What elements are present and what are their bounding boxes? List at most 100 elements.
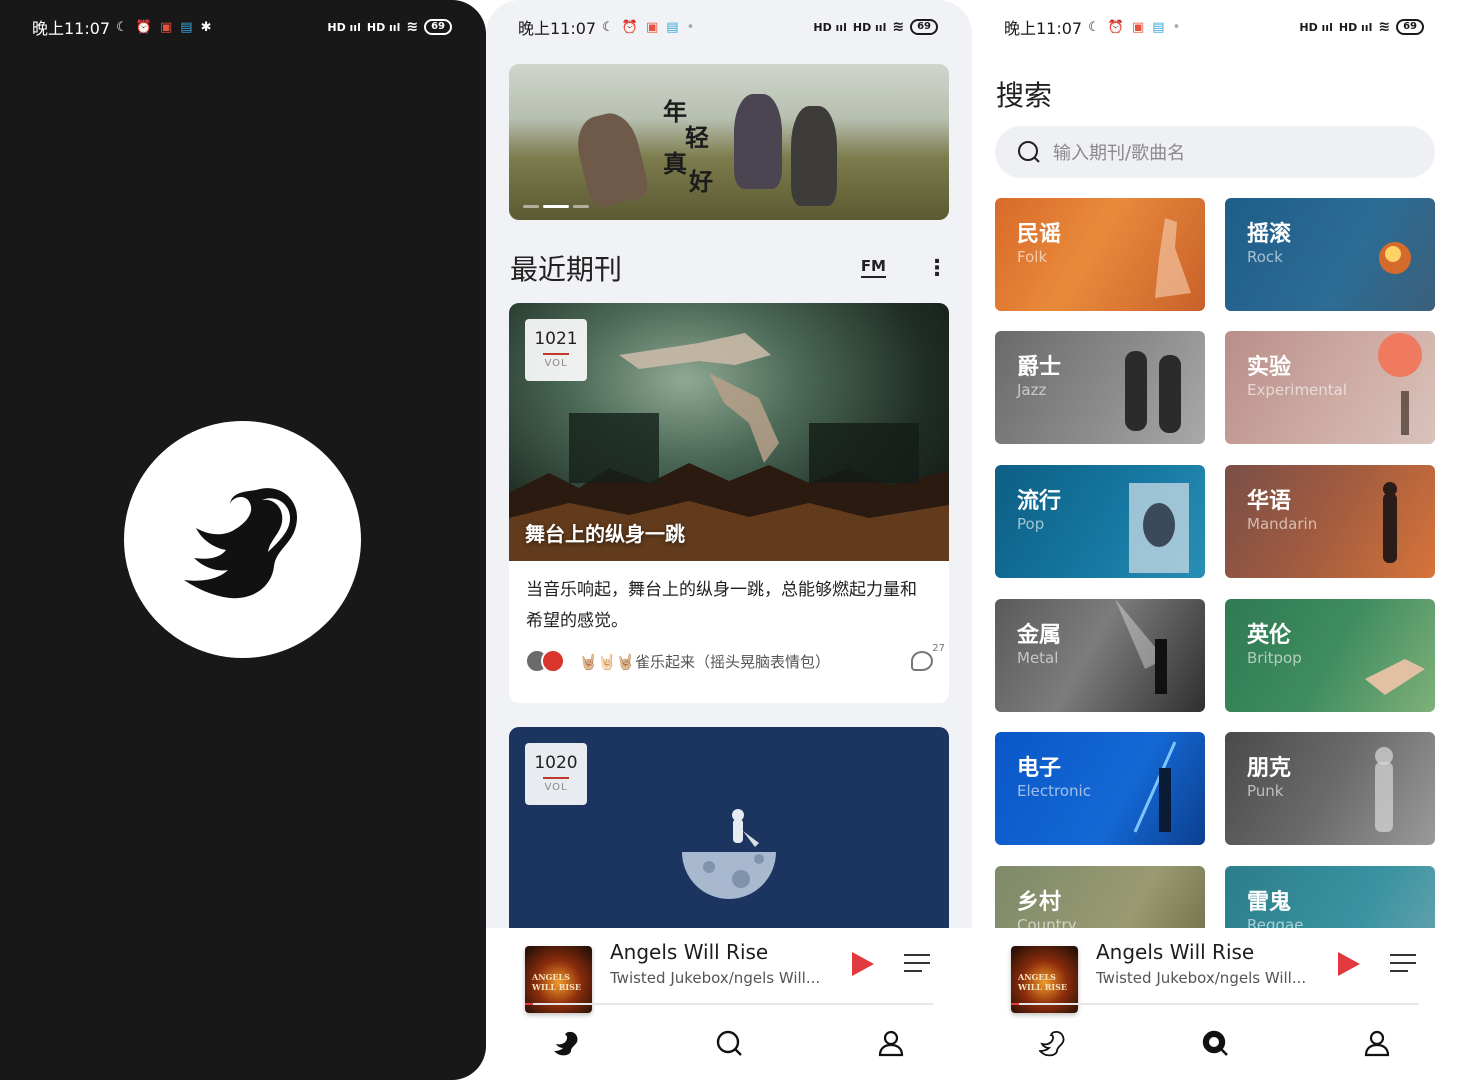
progress-fill <box>525 1003 534 1005</box>
splash-screen: 晚上11:07 ☾ ⏰ ▣ ▤ ✱ HD ııl HD ııl ≋ 69 <box>0 0 486 1080</box>
genre-tile-britpop[interactable]: 英伦 Britpop <box>1225 599 1435 712</box>
genre-tile-mandarin[interactable]: 华语 Mandarin <box>1225 465 1435 578</box>
moon-icon: ☾ <box>1088 19 1100 35</box>
vol-label: VOL <box>544 358 568 369</box>
genre-tile-pop[interactable]: 流行 Pop <box>995 465 1205 578</box>
issue-cover: 1020 VOL <box>509 727 949 937</box>
message-notification-icon: ▤ <box>180 19 193 35</box>
vol-number: 1021 <box>534 329 578 349</box>
playlist-icon[interactable] <box>904 954 930 976</box>
genre-tile-jazz[interactable]: 爵士 Jazz <box>995 331 1205 444</box>
tab-home[interactable] <box>486 1018 648 1068</box>
tab-search[interactable] <box>1134 1018 1296 1068</box>
home-swan-icon <box>554 1031 578 1056</box>
album-cover-text: ANGELS WILL RISE <box>1018 972 1068 992</box>
search-input[interactable]: 输入期刊/歌曲名 <box>995 126 1435 178</box>
track-subtitle: Twisted Jukebox/ngels Will... <box>610 969 821 987</box>
app-notification-icon: ▣ <box>645 19 659 35</box>
tab-search[interactable] <box>648 1018 810 1068</box>
swan-icon <box>183 487 297 598</box>
more-vertical-icon[interactable]: ⋮ <box>926 256 948 281</box>
status-bar: 晚上11:07 ☾ ⏰ ▣ ▤ • HD ııl HD ııl ≋ 69 <box>486 14 972 40</box>
signal-icon: HD ııl <box>813 20 847 34</box>
comment-icon[interactable]: 27 <box>911 643 945 671</box>
banner-poem-char: 好 <box>689 167 713 196</box>
play-icon[interactable] <box>852 952 874 976</box>
search-icon <box>716 1030 742 1056</box>
vol-label: VOL <box>544 782 568 793</box>
avatar <box>541 649 565 673</box>
wifi-icon: ≋ <box>406 19 419 35</box>
issue-description: 当音乐响起，舞台上的纵身一跳，总能够燃起力量和希望的感觉。 <box>526 580 917 631</box>
signal-icon: HD ııl <box>1299 20 1333 34</box>
battery-icon: 69 <box>424 19 452 35</box>
genre-tile-electronic[interactable]: 电子 Electronic <box>995 732 1205 845</box>
status-time: 晚上11:07 <box>1004 19 1083 38</box>
tab-profile[interactable] <box>1296 1018 1458 1068</box>
app-notification-icon: ▣ <box>159 19 173 35</box>
recent-issues-header: 最近期刊 FM ⋮ <box>510 248 948 288</box>
comment-count: 27 <box>932 643 945 654</box>
latest-comment: 🤘🏼🤘🏻🤘🏼雀乐起来（摇头晃脑表情包） <box>579 652 831 671</box>
dot-icon: • <box>1172 19 1181 35</box>
playback-progress[interactable] <box>525 1003 933 1005</box>
signal-icon: HD ııl <box>1338 20 1373 34</box>
dot-icon: • <box>686 19 695 35</box>
alarm-icon: ⏰ <box>621 19 638 35</box>
signal-icon: HD ııl <box>327 20 361 34</box>
progress-fill <box>1011 1003 1020 1005</box>
issue-cover: 1021 VOL 舞台上的纵身一跳 <box>509 303 949 561</box>
track-title: Angels Will Rise <box>1096 940 1255 964</box>
banner-figure <box>791 106 837 206</box>
bottom-tab-bar <box>972 1018 1458 1068</box>
home-swan-icon <box>1039 1031 1065 1057</box>
track-subtitle: Twisted Jukebox/ngels Will... <box>1096 969 1307 987</box>
banner-figure <box>571 108 651 210</box>
play-icon[interactable] <box>1338 952 1360 976</box>
search-placeholder: 输入期刊/歌曲名 <box>1053 143 1186 164</box>
genre-tile-experimental[interactable]: 实验 Experimental <box>1225 331 1435 444</box>
issue-title: 舞台上的纵身一跳 <box>525 522 685 546</box>
featured-banner[interactable]: 年 轻 真 好 <box>509 64 949 220</box>
message-notification-icon: ▤ <box>1152 19 1165 35</box>
alarm-icon: ⏰ <box>135 19 152 35</box>
banner-poem-char: 真 <box>663 149 687 178</box>
signal-icon: HD ııl <box>852 20 887 34</box>
app-screens: 晚上11:07 ☾ ⏰ ▣ ▤ ✱ HD ııl HD ııl ≋ 69 晚上1… <box>0 0 1458 1080</box>
search-icon <box>1202 1030 1228 1056</box>
banner-figure <box>734 94 782 189</box>
playlist-icon[interactable] <box>1390 954 1416 976</box>
issue-card[interactable]: 1020 VOL <box>509 727 949 937</box>
genre-tile-rock[interactable]: 摇滚 Rock <box>1225 198 1435 311</box>
gear-icon: ✱ <box>200 19 212 35</box>
status-bar: 晚上11:07 ☾ ⏰ ▣ ▤ ✱ HD ııl HD ııl ≋ 69 <box>0 14 486 40</box>
battery-icon: 69 <box>910 19 938 35</box>
banner-poem-char: 轻 <box>685 123 709 152</box>
issue-comment-row[interactable]: 🤘🏼🤘🏻🤘🏼雀乐起来（摇头晃脑表情包） 27 <box>509 637 949 691</box>
wifi-icon: ≋ <box>1378 19 1391 35</box>
playback-progress[interactable] <box>1011 1003 1419 1005</box>
genre-tile-punk[interactable]: 朋克 Punk <box>1225 732 1435 845</box>
genre-tile-folk[interactable]: 民谣 Folk <box>995 198 1205 311</box>
vol-badge: 1021 VOL <box>525 319 587 381</box>
home-screen: 晚上11:07 ☾ ⏰ ▣ ▤ • HD ııl HD ııl ≋ 69 年 轻… <box>486 0 972 1080</box>
page-title: 搜索 <box>996 79 1053 112</box>
vol-badge: 1020 VOL <box>525 743 587 805</box>
tab-profile[interactable] <box>810 1018 972 1068</box>
battery-icon: 69 <box>1396 19 1424 35</box>
tab-home[interactable] <box>972 1018 1134 1068</box>
signal-icon: HD ııl <box>366 20 401 34</box>
moon-icon: ☾ <box>602 19 614 35</box>
message-notification-icon: ▤ <box>666 19 679 35</box>
issue-card[interactable]: 1021 VOL 舞台上的纵身一跳 当音乐响起，舞台上的纵身一跳，总能够燃起力量… <box>509 303 949 703</box>
album-cover-text: ANGELS WILL RISE <box>532 972 582 992</box>
banner-poem-char: 年 <box>663 97 687 126</box>
status-time: 晚上11:07 <box>518 19 597 38</box>
fm-icon[interactable]: FM <box>860 258 886 278</box>
search-screen: 晚上11:07 ☾ ⏰ ▣ ▤ • HD ııl HD ııl ≋ 69 搜索 … <box>972 0 1458 1080</box>
genre-tile-metal[interactable]: 金属 Metal <box>995 599 1205 712</box>
vol-number: 1020 <box>534 753 578 773</box>
banner-pagination[interactable] <box>523 205 589 208</box>
profile-icon <box>1364 1030 1390 1057</box>
section-title: 最近期刊 <box>510 253 623 286</box>
